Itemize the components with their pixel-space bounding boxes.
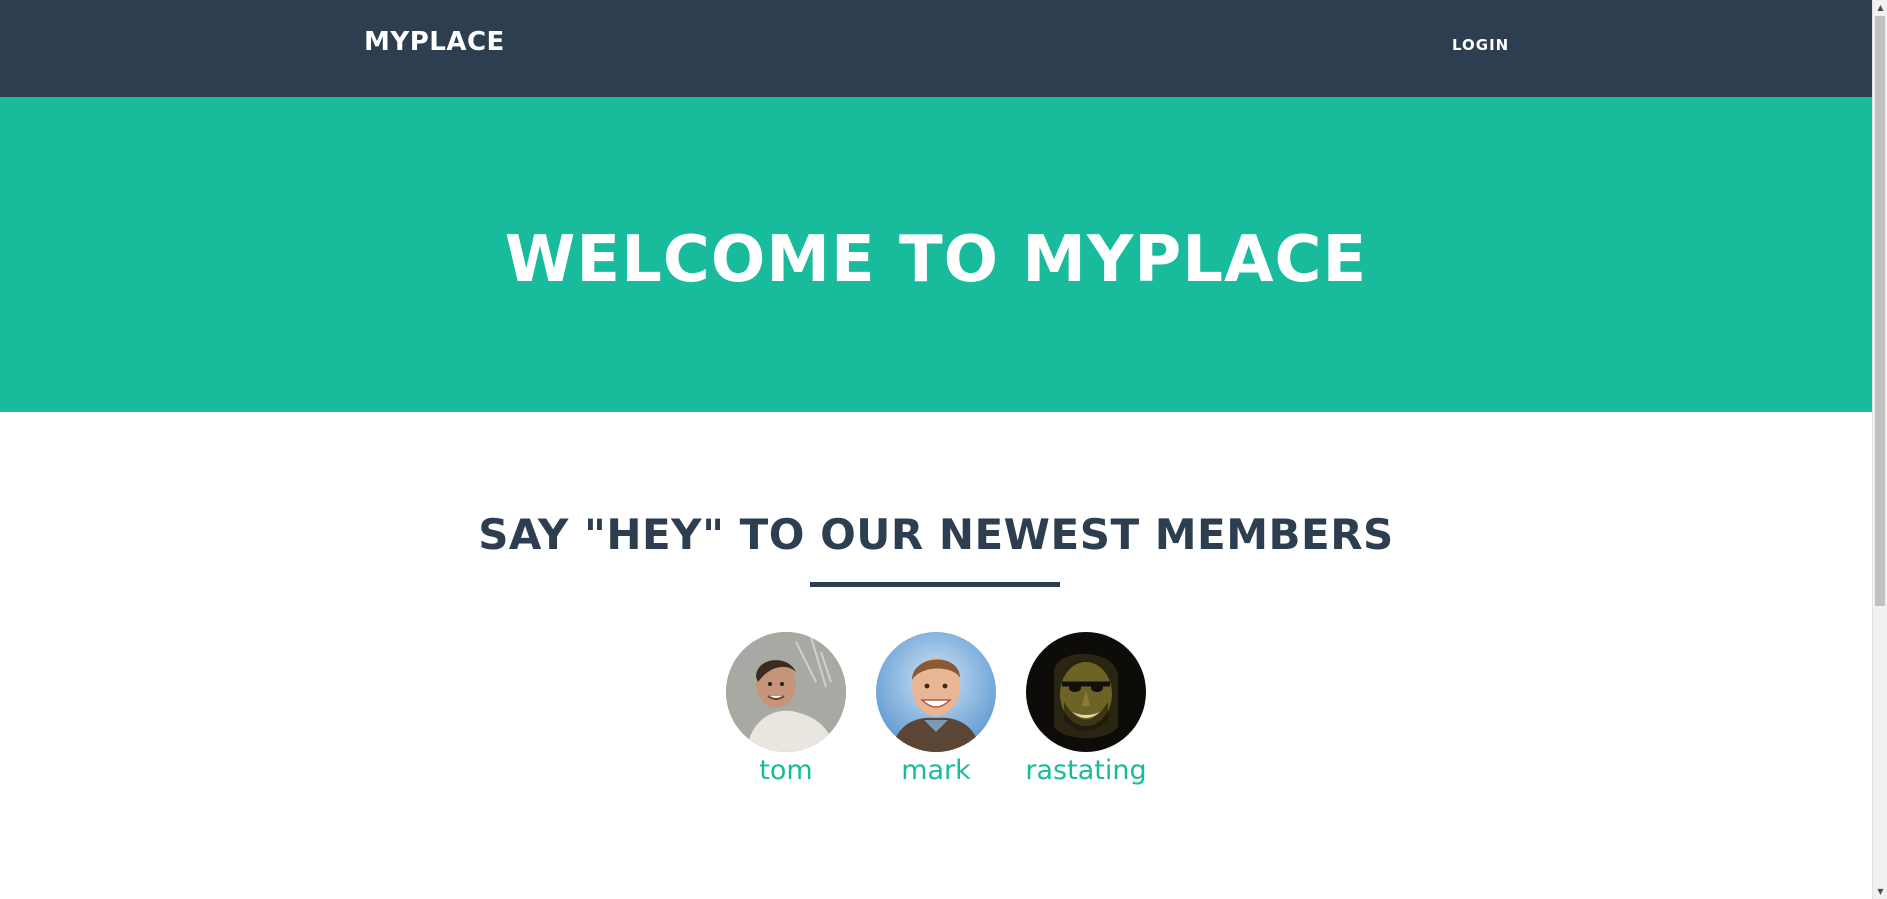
login-link[interactable]: LOGIN (1452, 38, 1509, 53)
member-card-rastating[interactable]: rastating (1025, 632, 1147, 786)
top-navbar: MYPLACE LOGIN (0, 0, 1872, 97)
member-card-mark[interactable]: mark (876, 632, 996, 786)
member-card-tom[interactable]: tom (726, 632, 846, 786)
brand-link[interactable]: MYPLACE (364, 29, 505, 55)
avatar-mark[interactable] (876, 632, 996, 752)
hero-title: WELCOME TO MYPLACE (504, 223, 1368, 297)
newest-members-heading: SAY "HEY" TO OUR NEWEST MEMBERS (478, 510, 1394, 559)
heading-divider (810, 582, 1060, 587)
scroll-down-arrow-icon[interactable]: ▼ (1873, 884, 1887, 899)
hero-banner: WELCOME TO MYPLACE (0, 97, 1872, 412)
member-name-tom[interactable]: tom (759, 756, 812, 786)
member-name-mark[interactable]: mark (901, 756, 971, 786)
vertical-scrollbar[interactable]: ▲ ▼ (1872, 0, 1887, 899)
member-name-rastating[interactable]: rastating (1025, 756, 1146, 786)
avatar-tom[interactable] (726, 632, 846, 752)
scrollbar-thumb[interactable] (1875, 16, 1885, 606)
page: MYPLACE LOGIN WELCOME TO MYPLACE SAY "HE… (0, 0, 1887, 899)
members-list: tom mark rastating (0, 632, 1872, 786)
avatar-rastating[interactable] (1026, 632, 1146, 752)
scroll-up-arrow-icon[interactable]: ▲ (1873, 0, 1887, 15)
